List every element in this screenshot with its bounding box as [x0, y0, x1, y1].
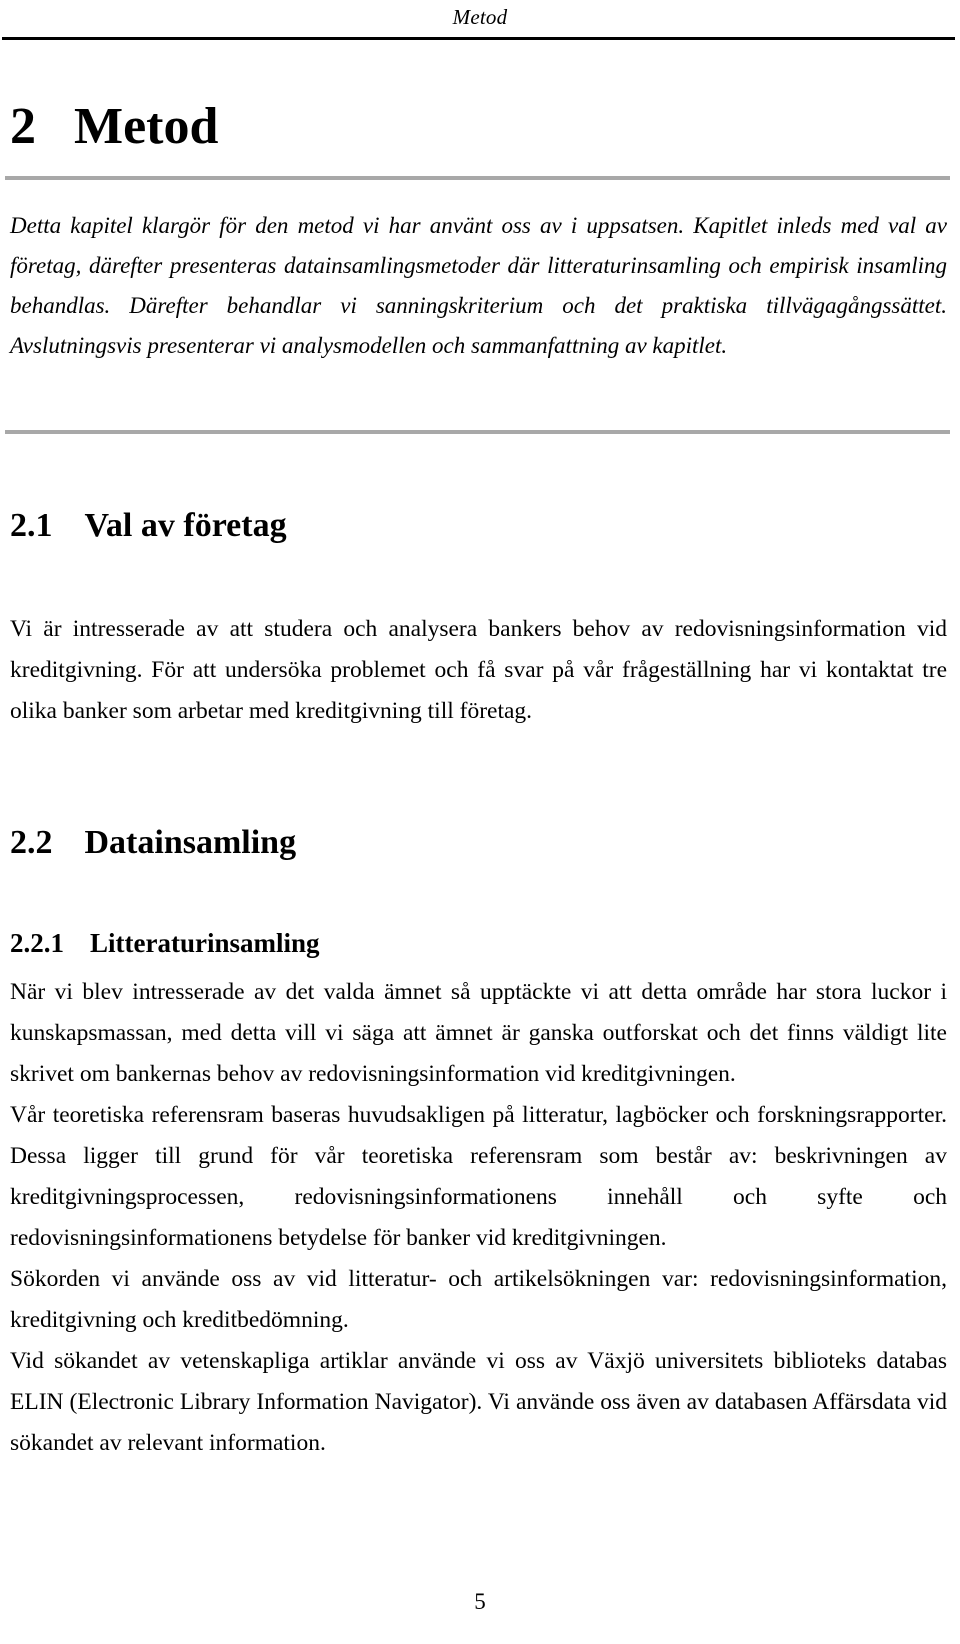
header-rule-dark	[2, 37, 955, 40]
chapter-title-text: Metod	[74, 97, 219, 155]
section-heading-2-2: 2.2 Datainsamling	[10, 822, 296, 864]
section-number-2-1: 2.1	[10, 507, 53, 545]
intro-rule-bottom	[5, 430, 950, 434]
section-number-2-2: 2.2	[10, 824, 53, 862]
section-title-2-1: Val av företag	[84, 507, 287, 545]
paragraph-2-2-1-3: Sökorden vi använde oss av vid litteratu…	[10, 1265, 947, 1333]
subsection-number-2-2-1: 2.2.1	[10, 928, 64, 958]
chapter-intro-paragraph: Detta kapitel klargör för den metod vi h…	[10, 213, 947, 358]
chapter-number: 2	[10, 97, 36, 155]
paragraph-2-2-1-2: Vår teoretiska referensram baseras huvud…	[10, 1101, 947, 1251]
paragraph-2-2-1-1: När vi blev intresserade av det valda äm…	[10, 978, 947, 1087]
paragraph-2-1-1: Vi är intresserade av att studera och an…	[10, 615, 947, 724]
section-heading-2-1: 2.1 Val av företag	[10, 505, 287, 547]
intro-rule-top	[5, 176, 950, 180]
chapter-title: 2 Metod	[10, 97, 218, 157]
section-title-2-2: Datainsamling	[84, 824, 297, 862]
paragraph-2-2-1-4: Vid sökandet av vetenskapliga artiklar a…	[10, 1347, 947, 1456]
subsection-title-2-2-1: Litteraturinsamling	[90, 928, 320, 958]
running-header: Metod	[452, 5, 508, 29]
subsection-heading-2-2-1: 2.2.1 Litteraturinsamling	[10, 926, 320, 960]
document-page: Metod 2 Metod Detta kapitel klargör för d…	[0, 0, 960, 1644]
page-number: 5	[474, 1589, 486, 1614]
